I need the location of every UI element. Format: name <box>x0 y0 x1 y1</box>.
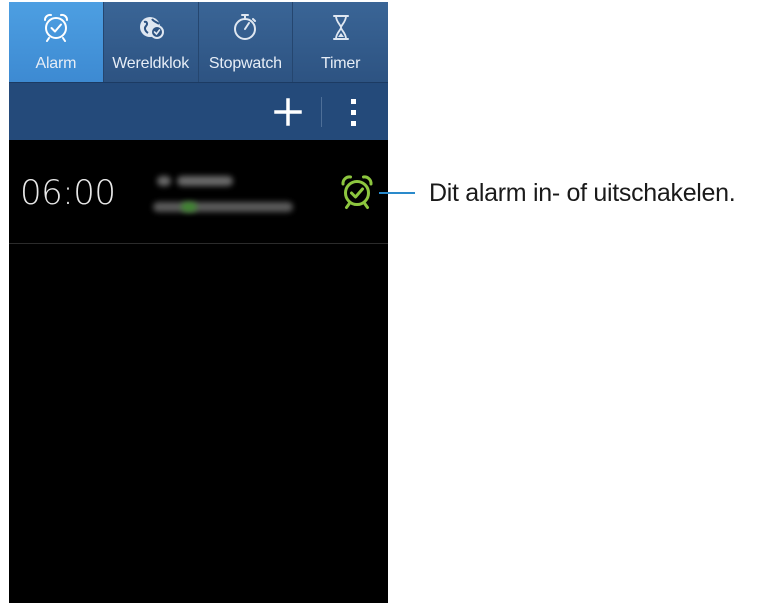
tab-alarm[interactable]: Alarm <box>9 2 104 82</box>
more-options-button[interactable] <box>339 93 369 131</box>
alarm-clock-icon <box>341 175 373 209</box>
callout-text: Dit alarm in- of uitschakelen. <box>429 179 736 207</box>
alarm-toggle-button[interactable] <box>339 174 375 210</box>
alarm-list-item[interactable]: 06:00 <box>9 140 388 244</box>
tab-wereldklok-label: Wereldklok <box>112 55 190 72</box>
tab-bar: Alarm Wereldklok Stopwatch Timer <box>9 2 388 82</box>
page: Alarm Wereldklok Stopwatch Timer 06:00 D… <box>0 0 757 603</box>
tab-stopwatch[interactable]: Stopwatch <box>199 2 294 82</box>
tab-timer-label: Timer <box>320 55 361 72</box>
tab-stopwatch-label: Stopwatch <box>208 55 282 72</box>
more-vertical-icon <box>351 99 356 126</box>
add-alarm-button[interactable] <box>271 95 305 129</box>
tab-wereldklok[interactable]: Wereldklok <box>104 2 199 82</box>
world-clock-icon <box>139 17 164 39</box>
alarm-time: 06:00 <box>20 173 116 213</box>
alarm-clock-icon <box>43 13 68 42</box>
phone-screen: Alarm Wereldklok Stopwatch Timer 06:00 <box>9 2 388 603</box>
action-divider <box>321 97 322 127</box>
stopwatch-icon <box>234 14 257 40</box>
callout-line <box>379 192 415 194</box>
list-divider <box>9 243 388 244</box>
tab-timer[interactable]: Timer <box>293 2 388 82</box>
tab-alarm-label: Alarm <box>35 55 77 72</box>
alarm-details-blurred <box>151 170 321 220</box>
plus-icon <box>274 98 302 126</box>
hourglass-icon <box>332 15 349 40</box>
action-bar <box>9 82 388 141</box>
